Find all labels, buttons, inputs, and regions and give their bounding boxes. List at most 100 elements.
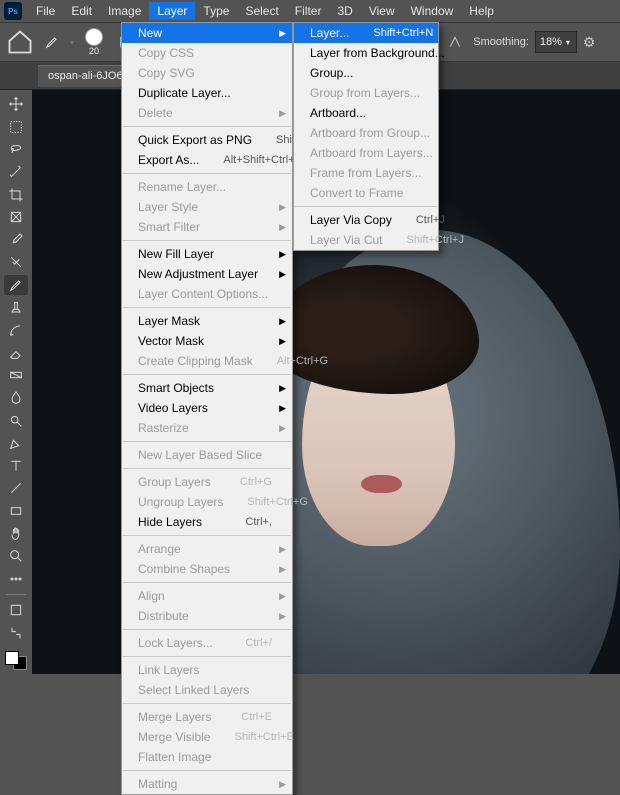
tool-hand[interactable] [4,523,28,544]
menu-label: New Fill Layer [138,247,272,261]
layer-menu-item-vector-mask[interactable]: Vector Mask▶ [122,331,292,351]
menu-item-3d[interactable]: 3D [329,2,360,20]
menu-label: Layer Via Copy [310,213,392,227]
new-submenu-item-layer-from-background[interactable]: Layer from Background... [294,43,438,63]
tool-pen[interactable] [4,433,28,454]
new-submenu-item-group-from-layers: Group from Layers... [294,83,438,103]
menu-item-type[interactable]: Type [195,2,237,20]
layer-menu-item-duplicate-layer[interactable]: Duplicate Layer... [122,83,292,103]
tool-stamp[interactable] [4,297,28,318]
new-submenu-item-layer[interactable]: Layer...Shift+Ctrl+N [294,23,438,43]
menu-item-layer[interactable]: Layer [149,2,195,20]
smoothing-dropdown[interactable]: 18%▾ [535,31,577,53]
layer-menu-item-new-adjustment-layer[interactable]: New Adjustment Layer▶ [122,264,292,284]
layer-menu-item-new[interactable]: New▶ [122,23,292,43]
menu-label: Video Layers [138,401,272,415]
menu-item-select[interactable]: Select [237,2,286,20]
submenu-arrow-icon: ▶ [279,202,286,213]
tool-dodge[interactable] [4,410,28,431]
menu-item-edit[interactable]: Edit [63,2,100,20]
menu-label: Artboard... [310,106,418,120]
submenu-arrow-icon: ▶ [279,564,286,575]
app-logo-text: Ps [8,7,18,16]
layer-menu-item-export-as[interactable]: Export As...Alt+Shift+Ctrl+' [122,150,292,170]
menu-label: Create Clipping Mask [138,354,253,368]
airbrush-icon[interactable] [443,30,467,54]
tool-more[interactable] [4,568,28,589]
tool-blur[interactable] [4,388,28,409]
new-submenu-item-frame-from-layers: Frame from Layers... [294,163,438,183]
tool-heal[interactable] [4,252,28,273]
layer-menu: New▶Copy CSS Copy SVG Duplicate Layer... De… [121,22,293,795]
tool-wand[interactable] [4,162,28,183]
layer-menu-item-rasterize: Rasterize▶ [122,418,292,438]
new-submenu-item-artboard-from-group: Artboard from Group... [294,123,438,143]
tool-crop[interactable] [4,184,28,205]
color-swatches[interactable] [5,651,27,670]
menu-shortcut: Ctrl+G [240,476,272,488]
menu-label: Rename Layer... [138,180,272,194]
layer-menu-sep [123,307,291,308]
tool-frame[interactable] [4,207,28,228]
gear-icon[interactable]: ⚙ [583,34,596,51]
submenu-arrow-icon: ▶ [279,28,286,39]
menu-label: Copy SVG [138,66,272,80]
submenu-arrow-icon: ▶ [279,316,286,327]
tool-eraser[interactable] [4,343,28,364]
menu-label: Align [138,589,272,603]
tool-swap[interactable] [4,623,28,644]
tool-rect[interactable] [4,501,28,522]
tool-type[interactable] [4,456,28,477]
layer-menu-sep [123,441,291,442]
brush-size-control[interactable]: 20 [80,28,108,56]
new-submenu-item-layer-via-copy[interactable]: Layer Via CopyCtrl+J [294,210,438,230]
menu-label: Lock Layers... [138,636,221,650]
new-submenu-item-artboard[interactable]: Artboard... [294,103,438,123]
menu-label: Quick Export as PNG [138,133,252,147]
tool-brush[interactable] [4,275,28,296]
layer-menu-item-layer-mask[interactable]: Layer Mask▶ [122,311,292,331]
new-submenu-item-artboard-from-layers: Artboard from Layers... [294,143,438,163]
menu-label: Layer Content Options... [138,287,272,301]
layer-menu-item-quick-export-as-png[interactable]: Quick Export as PNGShift+Ctrl+' [122,130,292,150]
tool-zoom[interactable] [4,546,28,567]
submenu-arrow-icon: ▶ [279,591,286,602]
new-submenu-item-group[interactable]: Group... [294,63,438,83]
brush-preset-icon[interactable] [40,30,64,54]
tool-marquee[interactable] [4,117,28,138]
menu-shortcut: Shift+Ctrl+N [373,27,433,39]
menu-item-file[interactable]: File [28,2,63,20]
layer-menu-item-hide-layers[interactable]: Hide LayersCtrl+, [122,512,292,532]
layer-menu-item-new-fill-layer[interactable]: New Fill Layer▶ [122,244,292,264]
menu-label: New Layer Based Slice [138,448,272,462]
tool-gradient[interactable] [4,365,28,386]
menu-item-view[interactable]: View [361,2,403,20]
menu-item-image[interactable]: Image [100,2,149,20]
menu-shortcut: Alt+Shift+Ctrl+' [223,154,296,166]
home-icon[interactable] [6,28,34,56]
tool-lasso[interactable] [4,139,28,160]
menu-label: Artboard from Layers... [310,146,433,160]
layer-menu-item-link-layers: Link Layers [122,660,292,680]
tool-history[interactable] [4,320,28,341]
tool-path[interactable] [4,478,28,499]
layer-menu-sep [123,240,291,241]
menu-label: Layer Style [138,200,272,214]
menu-item-filter[interactable]: Filter [287,2,330,20]
menu-label: Vector Mask [138,334,272,348]
menu-shortcut: Shift+Ctrl+E [234,731,293,743]
layer-menu-item-copy-css: Copy CSS [122,43,292,63]
new-submenu: Layer...Shift+Ctrl+NLayer from Backgroun… [293,22,439,251]
tool-move[interactable] [4,94,28,115]
layer-menu-item-rename-layer: Rename Layer... [122,177,292,197]
menu-label: Frame from Layers... [310,166,421,180]
menu-label: Delete [138,106,272,120]
layer-menu-item-smart-objects[interactable]: Smart Objects▶ [122,378,292,398]
submenu-arrow-icon: ▶ [279,269,286,280]
layer-menu-item-video-layers[interactable]: Video Layers▶ [122,398,292,418]
menu-label: Ungroup Layers [138,495,223,509]
tool-eyedropper[interactable] [4,230,28,251]
menu-item-window[interactable]: Window [403,2,462,20]
tool-edge[interactable] [4,600,28,621]
menu-item-help[interactable]: Help [461,2,502,20]
